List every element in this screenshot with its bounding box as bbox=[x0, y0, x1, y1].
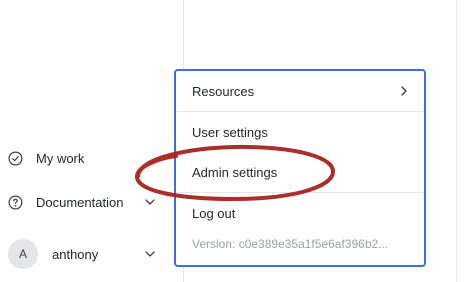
avatar: A bbox=[8, 239, 38, 269]
menu-item-admin-settings[interactable]: Admin settings bbox=[176, 152, 424, 192]
user-name: anthony bbox=[52, 246, 99, 262]
sidebar-item-label: Documentation bbox=[36, 194, 124, 210]
chevron-down-icon[interactable] bbox=[143, 247, 157, 261]
menu-item-user-settings[interactable]: User settings bbox=[176, 112, 424, 152]
app-window: My work Documentation A anthony Resource… bbox=[0, 0, 473, 282]
menu-item-label: Admin settings bbox=[192, 164, 278, 180]
user-dropdown-menu: Resources User settings Admin settings L… bbox=[174, 69, 426, 267]
menu-item-label: User settings bbox=[192, 124, 268, 140]
sidebar-item-my-work[interactable]: My work bbox=[0, 140, 184, 176]
version-text: Version: c0e389e35a1f5e6af396b2... bbox=[192, 237, 389, 251]
chevron-right-icon bbox=[398, 85, 410, 97]
help-circle-icon bbox=[8, 195, 23, 210]
sidebar-item-documentation[interactable]: Documentation bbox=[0, 184, 184, 220]
check-circle-icon bbox=[8, 151, 23, 166]
menu-item-log-out[interactable]: Log out bbox=[176, 193, 424, 233]
chevron-down-icon[interactable] bbox=[143, 195, 157, 209]
menu-item-resources[interactable]: Resources bbox=[176, 71, 424, 111]
sidebar-item-label: My work bbox=[36, 150, 85, 166]
menu-item-label: Log out bbox=[192, 205, 236, 221]
sidebar-user-menu[interactable]: A anthony bbox=[0, 236, 184, 272]
sidebar: My work Documentation A anthony bbox=[0, 0, 184, 282]
menu-item-label: Resources bbox=[192, 83, 255, 99]
pane-divider bbox=[456, 0, 457, 282]
